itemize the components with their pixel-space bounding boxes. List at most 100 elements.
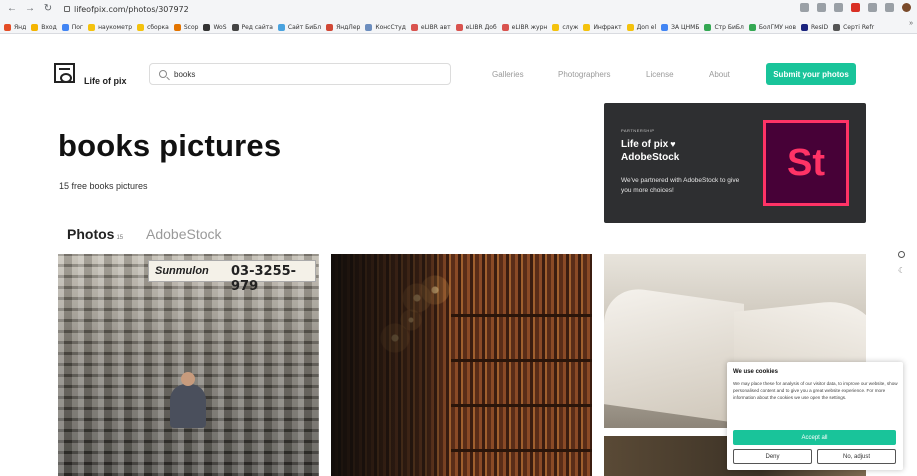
bookmark-item[interactable]: служ — [552, 23, 579, 31]
bookmark-item[interactable]: Ред сайта — [231, 23, 273, 31]
bookmark-label: Доп el — [636, 23, 657, 31]
bookmark-favicon-icon — [277, 23, 285, 31]
shelf-line — [451, 404, 592, 407]
bookmark-label: служ — [562, 23, 579, 31]
bookmark-item[interactable]: eLIBR журн — [501, 23, 547, 31]
shelf-line — [451, 359, 592, 362]
tab-photos[interactable]: Photos 15 — [67, 226, 123, 242]
bookmark-item[interactable]: Пог — [61, 23, 84, 31]
card-description: We've partnered with AdobeStock to give … — [621, 177, 740, 194]
card-title: Life of pix ♥ AdobeStock — [621, 138, 679, 164]
extension-icon[interactable] — [851, 3, 860, 12]
bookmark-favicon-icon — [231, 23, 239, 31]
bookmark-label: WoS — [213, 23, 227, 31]
submit-photos-button[interactable]: Submit your photos — [766, 63, 856, 85]
browser-chrome: ← → ↻ lifeofpix.com/photos/307972 Янд Вхо… — [0, 0, 917, 34]
moon-icon[interactable]: ☾ — [898, 266, 905, 275]
tab-adobestock[interactable]: AdobeStock — [146, 226, 222, 242]
share-icon[interactable] — [817, 3, 826, 12]
results-count: 15 free books pictures — [59, 181, 148, 191]
nav-photographers[interactable]: Photographers — [558, 70, 610, 79]
bookmark-label: сборка — [147, 23, 169, 31]
bookmark-item[interactable]: БолГМУ нов — [748, 23, 796, 31]
bookmark-favicon-icon — [173, 23, 181, 31]
bookmark-label: КонсСтуд — [375, 23, 406, 31]
bookmark-favicon-icon — [833, 23, 841, 31]
bookmark-favicon-icon — [455, 23, 463, 31]
bookmark-label: Стр БиБл — [714, 23, 744, 31]
bookmark-favicon-icon — [203, 23, 211, 31]
card-title-line2: AdobeStock — [621, 152, 680, 163]
star-icon[interactable] — [834, 3, 843, 12]
bookmark-favicon-icon — [748, 23, 756, 31]
logo-text[interactable]: Life of pix — [84, 76, 127, 86]
bookmark-item[interactable]: Вход — [31, 23, 57, 31]
card-title-line1: Life of pix — [621, 139, 669, 150]
bookmark-item[interactable]: eLIBR Доб — [455, 23, 497, 31]
page-title: books pictures — [58, 128, 282, 163]
bookmark-item[interactable]: Инфракт — [583, 23, 622, 31]
adobe-stock-logo: St — [763, 120, 849, 206]
bookmark-favicon-icon — [31, 23, 39, 31]
bookmark-favicon-icon — [661, 23, 669, 31]
puzzle-icon[interactable] — [868, 3, 877, 12]
adobe-partnership-card[interactable]: PARTNERSHIP Life of pix ♥ AdobeStock We'v… — [604, 103, 866, 223]
bookmark-label: Сайт БиБл — [287, 23, 322, 31]
shopkeeper-figure — [170, 372, 206, 428]
bookmark-item[interactable]: сборка — [137, 23, 169, 31]
reload-icon[interactable]: ↻ — [42, 3, 54, 15]
bookmark-item[interactable]: Сертi Refr — [833, 23, 874, 31]
translate-icon[interactable] — [800, 3, 809, 12]
bookmark-item[interactable]: Доп el — [626, 23, 657, 31]
bookmark-item[interactable]: КонсСтуд — [365, 23, 406, 31]
bookmarks-bar: Янд Вход Пог наукометр сборка Scop WoS Ред сайт… — [0, 20, 917, 34]
forward-arrow-icon[interactable]: → — [24, 3, 36, 15]
cookie-text: We may place these for analysis of our v… — [733, 381, 898, 400]
bookmark-label: ЗА ЦНМБ — [671, 23, 700, 31]
sidebar-icon[interactable] — [885, 3, 894, 12]
bookmark-item[interactable]: Scop — [173, 23, 198, 31]
nav-about[interactable]: About — [709, 70, 730, 79]
bookmark-item[interactable]: WoS — [203, 23, 227, 31]
nav-license[interactable]: License — [646, 70, 674, 79]
profile-avatar[interactable] — [902, 3, 911, 12]
toolbar-icons — [800, 3, 911, 12]
deny-button[interactable]: Deny — [733, 449, 812, 464]
photo-library-bulbs[interactable] — [331, 254, 592, 476]
bookmark-item[interactable]: Янд — [4, 23, 26, 31]
tab-photos-count: 15 — [116, 235, 124, 241]
bookmark-item[interactable]: ЯндЛер — [326, 23, 360, 31]
bookmark-item[interactable]: Сайт БиБл — [277, 23, 322, 31]
search-icon — [159, 70, 167, 78]
bookmark-favicon-icon — [61, 23, 69, 31]
bookmark-label: БолГМУ нов — [758, 23, 796, 31]
accept-all-button[interactable]: Accept all — [733, 430, 896, 445]
store-sign-brand: Sunmulon — [155, 265, 209, 277]
nav-galleries[interactable]: Galleries — [492, 70, 524, 79]
bookmark-label: Пог — [71, 23, 84, 31]
bookmark-item[interactable]: eLIBR авт — [410, 23, 451, 31]
bookmark-item[interactable]: ЗА ЦНМБ — [661, 23, 700, 31]
circle-icon[interactable] — [898, 251, 905, 258]
bookmark-item[interactable]: Стр БиБл — [704, 23, 744, 31]
store-sign: Sunmulon 03-3255-979 — [148, 260, 316, 294]
search-bar[interactable] — [149, 63, 451, 85]
adobe-stock-logo-text: St — [787, 141, 825, 184]
bookmark-favicon-icon — [626, 23, 634, 31]
shelf-line — [451, 449, 592, 452]
bookmark-favicon-icon — [137, 23, 145, 31]
bookmark-favicon-icon — [88, 23, 96, 31]
back-arrow-icon[interactable]: ← — [6, 3, 18, 15]
bookmark-item[interactable]: наукометр — [88, 23, 132, 31]
bookmark-label: eLIBR Доб — [465, 23, 497, 31]
bookmark-favicon-icon — [704, 23, 712, 31]
store-sign-phone: 03-3255-979 — [231, 264, 297, 294]
bookmark-favicon-icon — [552, 23, 560, 31]
logo-icon[interactable] — [54, 63, 75, 83]
bookmarks-more-button[interactable]: » — [909, 20, 913, 27]
address-bar[interactable]: lifeofpix.com/photos/307972 — [64, 5, 189, 14]
adjust-button[interactable]: No, adjust — [817, 449, 896, 464]
search-input[interactable] — [174, 69, 434, 79]
bookmark-item[interactable]: ResID — [801, 23, 828, 31]
photo-bookstore[interactable]: Sunmulon 03-3255-979 — [58, 254, 319, 476]
